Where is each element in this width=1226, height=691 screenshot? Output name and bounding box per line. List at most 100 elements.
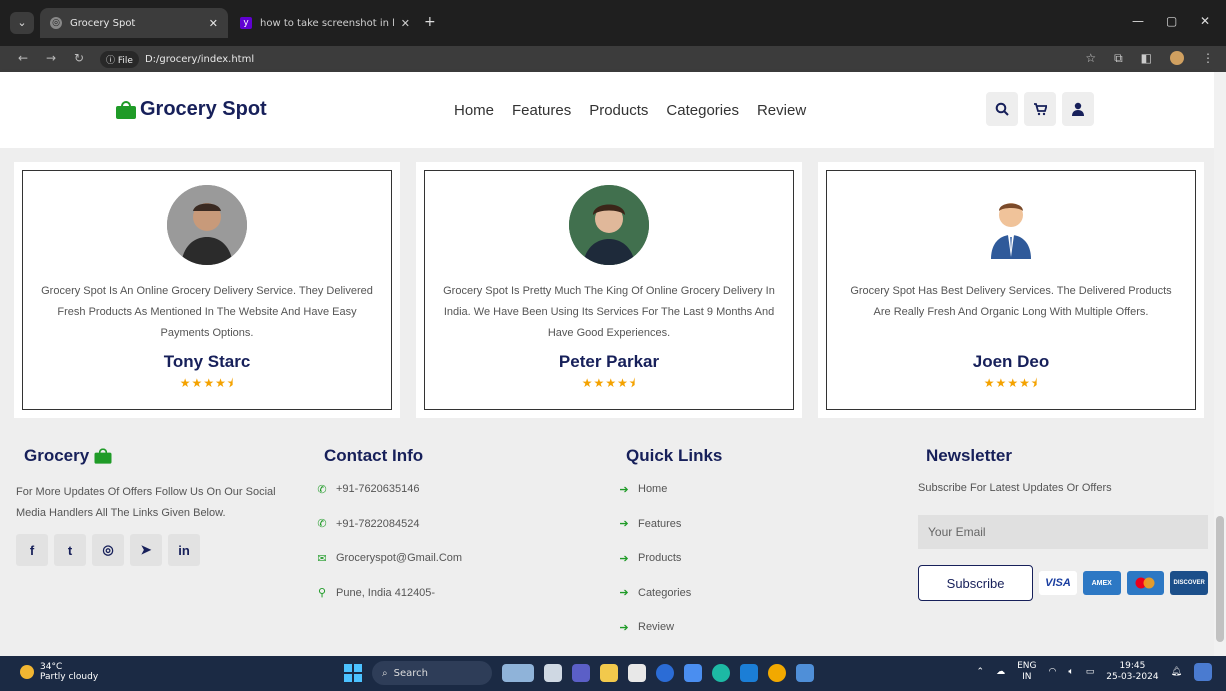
cortana-icon[interactable] (656, 664, 674, 682)
location-pin-icon: ⚲ (317, 587, 327, 600)
photos-icon[interactable] (796, 664, 814, 682)
taskbar-search[interactable]: ⌕ Search (372, 661, 492, 685)
url-text[interactable]: D:/grocery/index.html (145, 54, 254, 65)
extensions-icon[interactable]: ⧉ (1114, 51, 1123, 66)
user-icon (1072, 102, 1084, 116)
site-header: Grocery Spot Home Features Products Cate… (0, 72, 1214, 148)
email-field[interactable] (918, 515, 1208, 549)
contact-phone-1[interactable]: ✆ +91-7620635146 (316, 472, 596, 507)
task-view-icon[interactable] (544, 664, 562, 682)
nav-features[interactable]: Features (512, 102, 571, 119)
footer-brand: Grocery For More Updates Of Offers Follo… (16, 446, 306, 566)
tab-title: Grocery Spot (70, 17, 136, 29)
clock[interactable]: 19:45 25-03-2024 (1106, 661, 1158, 683)
quick-link-review[interactable]: ➔ Review (618, 610, 898, 645)
tab-screenshot-search[interactable]: y how to take screenshot in lapto ✕ (230, 8, 420, 38)
envelope-icon: ✉ (317, 552, 327, 565)
scrollbar-thumb[interactable] (1216, 516, 1224, 642)
arrow-right-icon: ➔ (619, 483, 629, 496)
tab-grocery-spot[interactable]: ◎ Grocery Spot ✕ (40, 8, 228, 38)
store-icon[interactable] (628, 664, 646, 682)
edge-icon[interactable] (712, 664, 730, 682)
language-indicator[interactable]: ENG IN (1017, 661, 1036, 683)
windows-start-icon[interactable] (344, 664, 362, 682)
shopping-bag-icon (94, 448, 112, 464)
reviewer-name: Peter Parkar (558, 352, 660, 371)
close-window-icon[interactable]: ✕ (1200, 14, 1210, 28)
discover-card-icon: DISCOVER (1170, 571, 1209, 595)
nav-home[interactable]: Home (454, 102, 494, 119)
close-icon[interactable]: ✕ (401, 17, 410, 30)
partly-cloudy-icon (20, 665, 34, 679)
cloud-icon[interactable]: ☁ (996, 667, 1005, 677)
contact-phone-2[interactable]: ✆ +91-7822084524 (316, 507, 596, 542)
bookmark-star-icon[interactable]: ☆ (1085, 51, 1096, 66)
arrow-right-icon: ➔ (619, 587, 629, 600)
newsletter-text: Subscribe For Latest Updates Or Offers (918, 482, 1112, 494)
contact-email[interactable]: ✉ Groceryspot@Gmail.Com (316, 541, 596, 576)
contact-address: ⚲ Pune, India 412405- (317, 586, 436, 600)
account-button[interactable] (1062, 92, 1094, 126)
forward-icon[interactable]: → (46, 51, 56, 65)
instagram-icon[interactable]: ◎ (92, 534, 124, 566)
nav-products[interactable]: Products (589, 102, 648, 119)
volume-icon[interactable]: 🔈︎ (1068, 667, 1073, 677)
page-scrollbar[interactable] (1214, 72, 1226, 656)
back-icon[interactable]: ← (18, 51, 28, 65)
chrome-icon[interactable] (768, 664, 786, 682)
battery-icon[interactable]: ▭ (1086, 667, 1095, 677)
taskbar-apps: ⌕ Search (344, 661, 814, 685)
close-icon[interactable]: ✕ (209, 17, 218, 30)
linkedin-icon[interactable]: in (168, 534, 200, 566)
site-info-chip[interactable]: ⓘ File (100, 50, 139, 68)
search-icon (995, 102, 1009, 116)
footer-contact: Contact Info ✆ +91-7620635146 ✆ +91-782208… (316, 446, 596, 610)
side-panel-icon[interactable]: ◧ (1141, 51, 1152, 66)
file-explorer-icon[interactable] (600, 664, 618, 682)
amex-card-icon: AMEX (1082, 571, 1121, 595)
site-logo[interactable]: Grocery Spot (116, 98, 267, 121)
quick-links-title: Quick Links (626, 446, 723, 465)
profile-avatar[interactable] (1170, 51, 1184, 65)
tab-search-button[interactable]: ⌄ (10, 12, 34, 34)
mastercard-circles-icon (1135, 577, 1155, 589)
omnibox[interactable]: ⓘ File D:/grocery/index.html (100, 49, 1200, 69)
more-menu-icon[interactable]: ⋮ (1202, 51, 1214, 66)
new-tab-button[interactable]: + (424, 14, 436, 30)
contact-title: Contact Info (324, 446, 424, 465)
reviewer-name: Tony Starc (163, 352, 251, 371)
chevron-up-icon[interactable]: ⌃ (977, 667, 985, 677)
globe-icon: ◎ (50, 17, 62, 29)
minimize-icon[interactable]: — (1132, 14, 1144, 28)
quick-link-home[interactable]: ➔ Home (618, 472, 898, 507)
copilot-icon[interactable] (1194, 663, 1212, 681)
quick-links-list: ➔ Home ➔ Features ➔ Products ➔ Categories ➔ R… (618, 472, 898, 645)
weather-widget[interactable]: 34°C Partly cloudy (20, 662, 98, 682)
facebook-icon[interactable]: f (16, 534, 48, 566)
review-text: Grocery Spot Has Best Delivery Services.… (850, 285, 1172, 318)
telegram-icon[interactable]: ➤ (130, 534, 162, 566)
header-actions (986, 92, 1094, 126)
search-button[interactable] (986, 92, 1018, 126)
wifi-icon[interactable]: ◠ (1048, 667, 1056, 677)
notification-bell-icon[interactable]: 🔔︎ (1171, 667, 1182, 677)
quick-link-categories[interactable]: ➔ Categories (618, 576, 898, 611)
twitter-icon[interactable]: t (54, 534, 86, 566)
search-icon: ⌕ (382, 667, 388, 679)
teams-icon[interactable] (572, 664, 590, 682)
widgets-icon[interactable] (502, 664, 534, 682)
restore-icon[interactable]: ▢ (1166, 14, 1177, 28)
quick-link-products[interactable]: ➔ Products (618, 541, 898, 576)
reviewer-name: Joen Deo (972, 352, 1050, 371)
person-portrait-icon (971, 185, 1051, 265)
site-footer: Grocery For More Updates Of Offers Follo… (0, 426, 1214, 656)
reload-icon[interactable]: ↻ (74, 51, 84, 65)
vscode-icon[interactable] (740, 664, 758, 682)
quick-link-features[interactable]: ➔ Features (618, 507, 898, 542)
tab-title: how to take screenshot in lapto (260, 17, 395, 29)
nav-review[interactable]: Review (757, 102, 806, 119)
cart-button[interactable] (1024, 92, 1056, 126)
subscribe-button[interactable]: Subscribe (918, 565, 1034, 601)
telegram-app-icon[interactable] (684, 664, 702, 682)
nav-categories[interactable]: Categories (666, 102, 739, 119)
